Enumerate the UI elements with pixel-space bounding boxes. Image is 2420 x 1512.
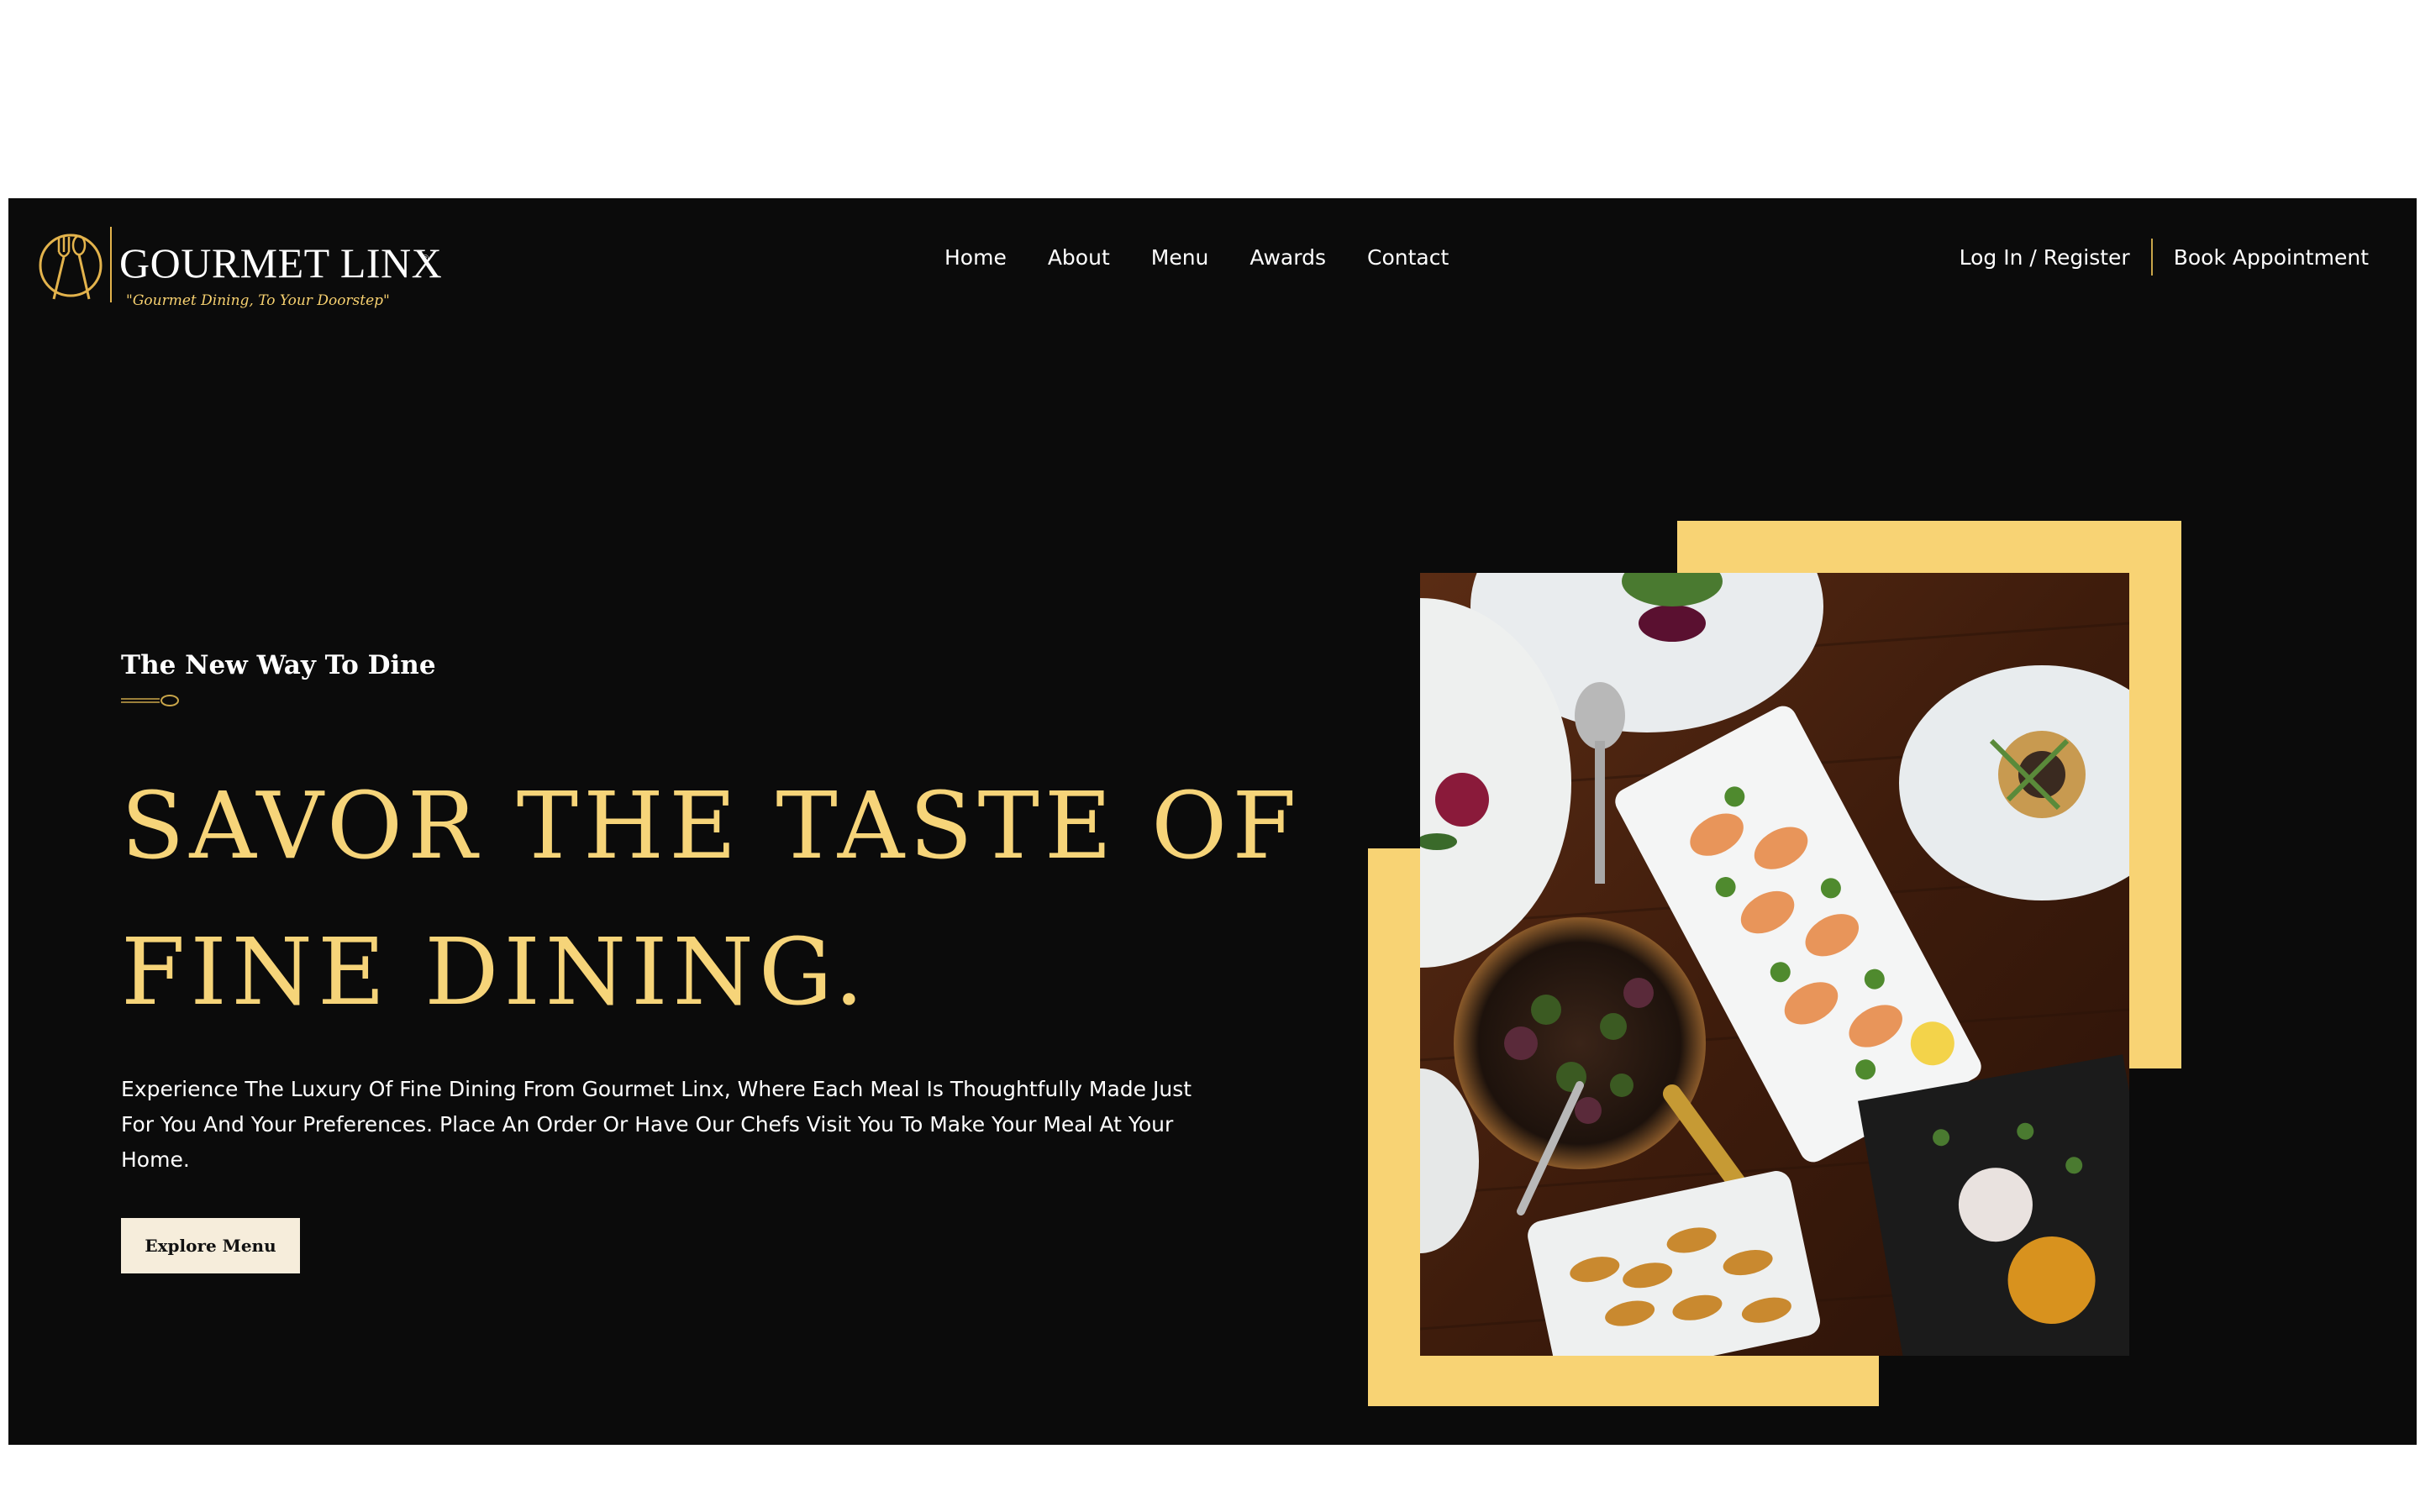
explore-menu-button[interactable]: Explore Menu [121,1218,300,1273]
header-divider [2150,239,2153,276]
logo[interactable]: GOURMET LINX ® "Gourmet Dining, To Your … [39,218,442,312]
hero-section: GOURMET LINX ® "Gourmet Dining, To Your … [8,198,2417,1445]
dining-table-photo [1420,573,2129,1356]
nav-item-about[interactable]: About [1048,245,1110,270]
spoon-icon [121,695,179,706]
hero-headline: SAVOR THE TASTE OF FINE DINING. [121,753,1297,1045]
nav-item-contact[interactable]: Contact [1367,245,1449,270]
page: GOURMET LINX ® "Gourmet Dining, To Your … [0,0,2420,1512]
headline-line-2: FINE DINING. [121,918,869,1026]
fork-spoon-emblem-icon [39,227,112,302]
headline-line-1: SAVOR THE TASTE OF [121,772,1302,879]
book-appointment-link[interactable]: Book Appointment [2174,245,2369,270]
nav-item-home[interactable]: Home [944,245,1007,270]
hero-description: Experience The Luxury Of Fine Dining Fro… [121,1077,1192,1172]
login-register-link[interactable]: Log In / Register [1960,245,2130,270]
nav-item-menu[interactable]: Menu [1151,245,1209,270]
nav-item-awards[interactable]: Awards [1249,245,1326,270]
registered-mark: ® [422,254,429,264]
header-actions: Log In / Register Book Appointment [1960,239,2369,276]
hero-eyebrow: The New Way To Dine [121,650,436,680]
logo-tagline: "Gourmet Dining, To Your Doorstep" [126,292,390,309]
main-nav: Home About Menu Awards Contact [944,245,1449,270]
logo-name: GOURMET LINX [119,239,443,286]
